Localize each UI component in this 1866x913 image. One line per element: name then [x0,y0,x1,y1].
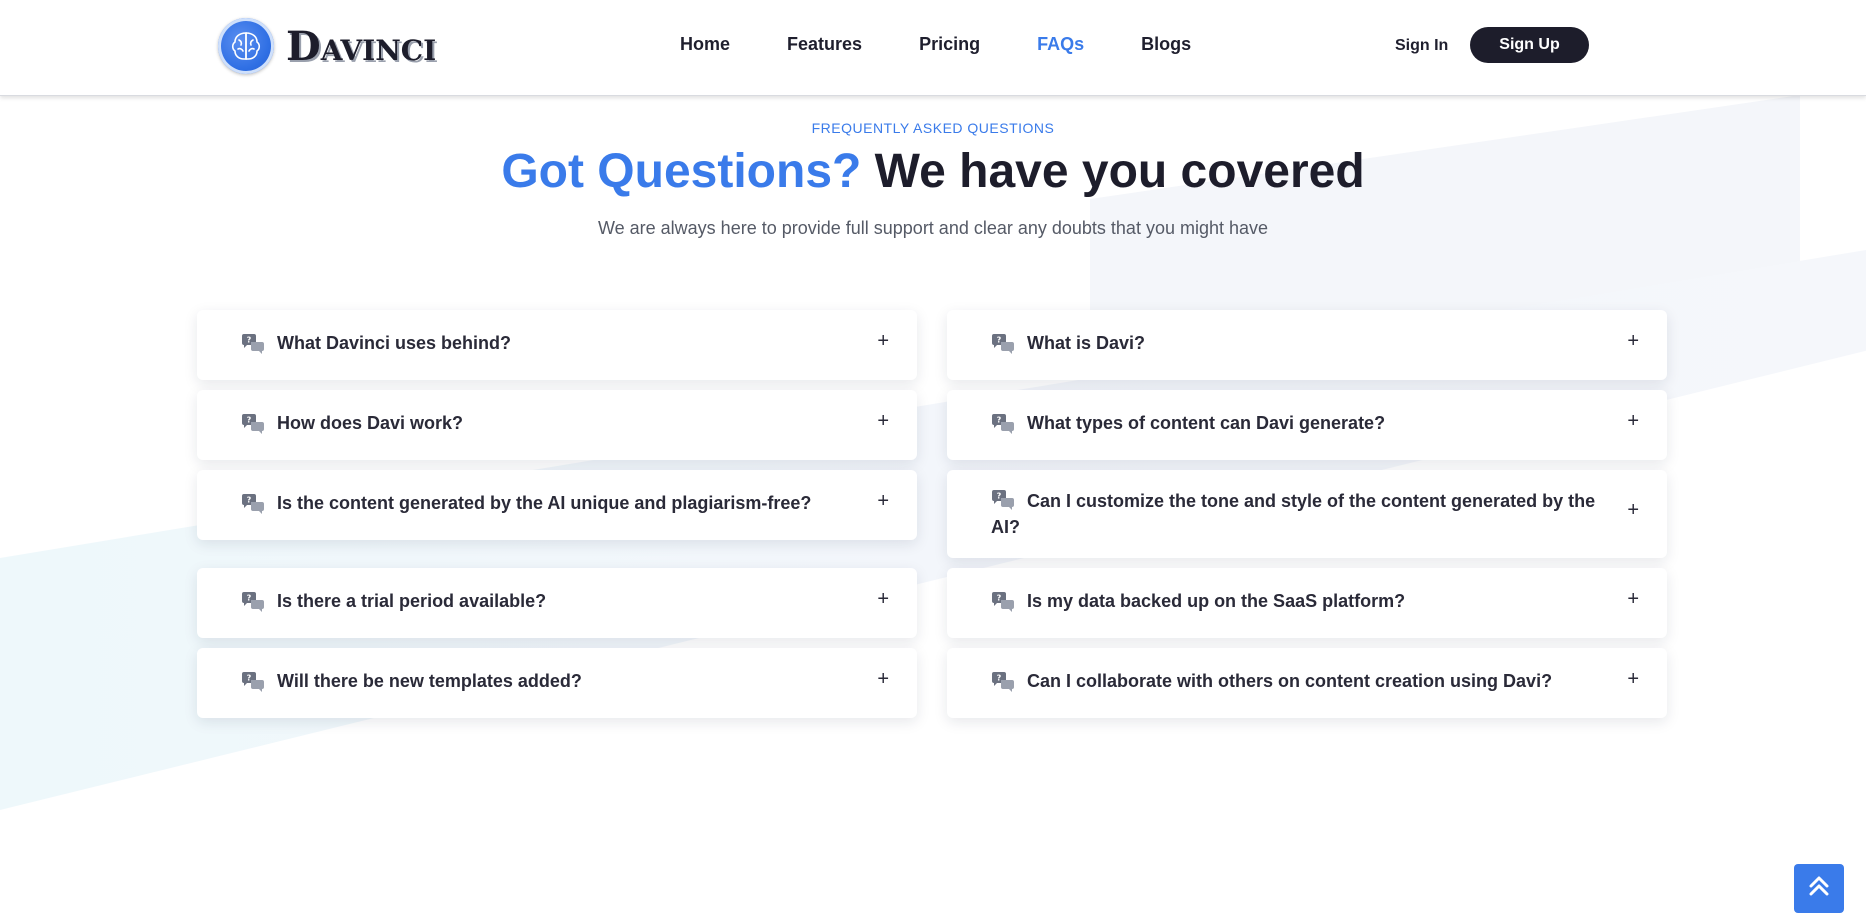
plus-icon[interactable]: + [877,330,889,353]
svg-text:?: ? [247,674,252,683]
svg-text:?: ? [247,416,252,425]
faq-question: What is Davi? [1027,333,1146,353]
nav-pricing[interactable]: Pricing [919,34,980,55]
logo[interactable]: Davinci [218,18,436,74]
faq-question: How does Davi work? [277,413,464,433]
section-eyebrow: FREQUENTLY ASKED QUESTIONS [811,120,1055,136]
chat-bubbles-icon: ? [991,592,1015,612]
svg-text:?: ? [247,594,252,603]
double-chevron-up-icon [1808,874,1830,903]
plus-icon[interactable]: + [1627,410,1639,433]
back-to-top-button[interactable] [1794,864,1844,913]
site-header: Davinci Home Features Pricing FAQs Blogs… [0,0,1866,96]
chat-bubbles-icon: ? [241,334,265,354]
brain-icon [218,18,274,74]
faq-item[interactable]: ? What Davinci uses behind? + [197,310,917,380]
chat-bubbles-icon: ? [991,672,1015,692]
faq-question: What Davinci uses behind? [277,333,512,353]
sign-in-link[interactable]: Sign In [1395,37,1448,55]
plus-icon[interactable]: + [1627,588,1639,611]
svg-text:?: ? [997,416,1002,425]
faq-item[interactable]: ? Is my data backed up on the SaaS platf… [947,568,1667,638]
plus-icon[interactable]: + [877,410,889,433]
nav-blogs[interactable]: Blogs [1141,34,1191,55]
faq-question: Is the content generated by the AI uniqu… [277,493,812,513]
faq-item[interactable]: ? What is Davi? + [947,310,1667,380]
section-title-rest: We have you covered [874,145,1365,198]
section-title: Got Questions? We have you covered [0,144,1866,199]
nav-features[interactable]: Features [787,34,862,55]
faq-item[interactable]: ? Will there be new templates added? + [197,648,917,718]
faq-question: Is my data backed up on the SaaS platfor… [1027,591,1406,611]
chat-bubbles-icon: ? [241,414,265,434]
svg-text:?: ? [247,336,252,345]
faq-item[interactable]: ? Can I collaborate with others on conte… [947,648,1667,718]
sign-up-button[interactable]: Sign Up [1470,27,1589,63]
logo-text: Davinci [286,22,437,70]
faq-question: Can I collaborate with others on content… [1027,671,1553,691]
svg-text:?: ? [997,674,1002,683]
plus-icon[interactable]: + [877,490,889,513]
plus-icon[interactable]: + [1627,499,1639,522]
faq-item[interactable]: ? Can I customize the tone and style of … [947,470,1667,558]
chat-bubbles-icon: ? [991,334,1015,354]
faq-question: Can I customize the tone and style of th… [991,491,1596,537]
chat-bubbles-icon: ? [241,592,265,612]
nav-home[interactable]: Home [680,34,730,55]
faq-question: Is there a trial period available? [277,591,547,611]
chat-bubbles-icon: ? [991,414,1015,434]
faq-item[interactable]: ? What types of content can Davi generat… [947,390,1667,460]
faq-item[interactable]: ? How does Davi work? + [197,390,917,460]
nav-faqs[interactable]: FAQs [1037,34,1084,55]
section-title-accent: Got Questions? [501,145,862,198]
faq-item[interactable]: ? Is the content generated by the AI uni… [197,470,917,540]
chat-bubbles-icon: ? [241,494,265,514]
chat-bubbles-icon: ? [241,672,265,692]
faq-question: What types of content can Davi generate? [1027,413,1386,433]
faq-question: Will there be new templates added? [277,671,582,691]
section-subtitle: We are always here to provide full suppo… [597,218,1269,238]
svg-text:?: ? [997,594,1002,603]
plus-icon[interactable]: + [1627,330,1639,353]
faq-item[interactable]: ? Is there a trial period available? + [197,568,917,638]
svg-text:?: ? [247,496,252,505]
main-nav: Home Features Pricing FAQs Blogs [680,34,1248,55]
svg-text:?: ? [997,336,1002,345]
plus-icon[interactable]: + [877,588,889,611]
plus-icon[interactable]: + [877,668,889,691]
plus-icon[interactable]: + [1627,668,1639,691]
